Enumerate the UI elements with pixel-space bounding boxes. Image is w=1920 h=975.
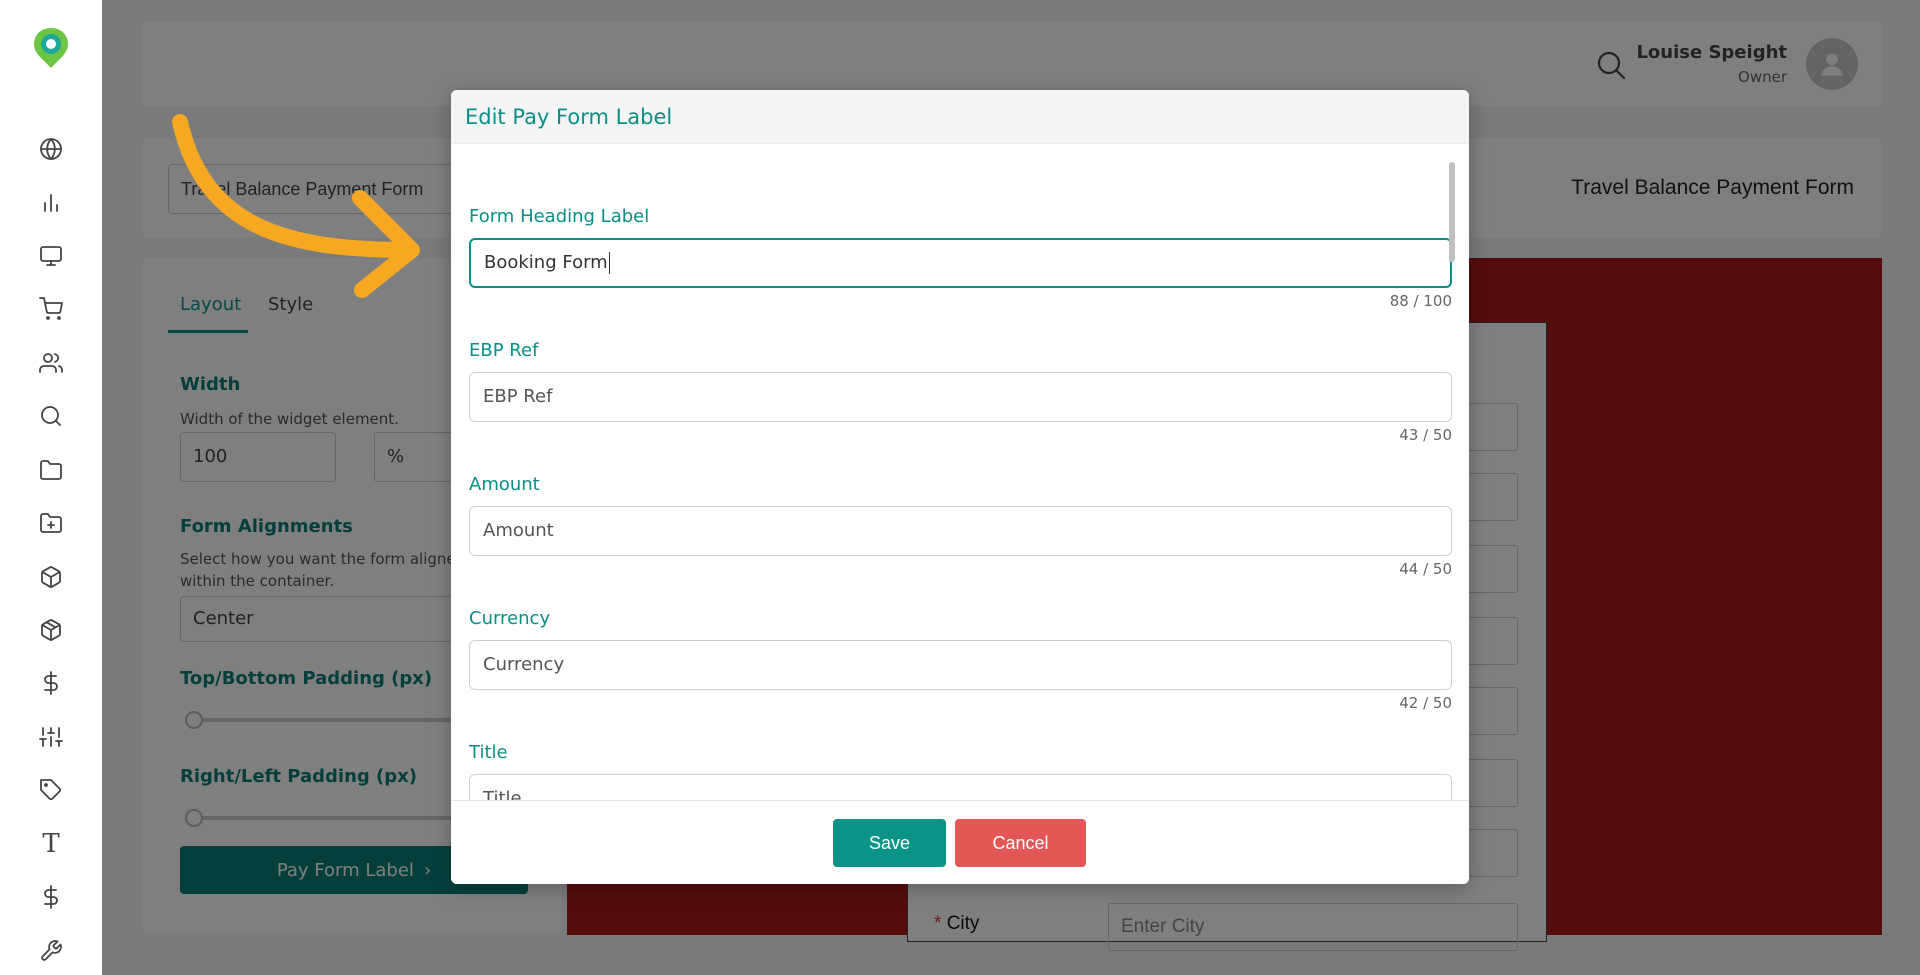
wrench-icon[interactable] <box>36 936 66 966</box>
ebp-ref-input[interactable]: EBP Ref <box>469 372 1452 422</box>
tag-icon[interactable] <box>36 775 66 805</box>
save-button[interactable]: Save <box>833 819 946 867</box>
package-icon[interactable] <box>36 615 66 645</box>
currency-label: Currency <box>469 608 551 629</box>
currency-input[interactable]: Currency <box>469 640 1452 690</box>
modal-scrollbar[interactable] <box>1449 162 1455 262</box>
text-caret <box>608 252 610 274</box>
box-icon[interactable] <box>36 562 66 592</box>
sliders-icon[interactable] <box>36 722 66 752</box>
amount-counter: 44 / 50 <box>1399 560 1452 578</box>
title-label: Title <box>469 742 508 763</box>
cart-icon[interactable] <box>36 294 66 324</box>
globe-icon[interactable] <box>36 134 66 164</box>
folder-icon[interactable] <box>36 455 66 485</box>
form-heading-label-input[interactable]: Booking Form <box>469 238 1452 288</box>
amount-input[interactable]: Amount <box>469 506 1452 556</box>
ebp-ref-label: EBP Ref <box>469 340 539 361</box>
modal-title: Edit Pay Form Label <box>465 105 673 129</box>
edit-pay-form-label-modal: Edit Pay Form Label Form Heading Label B… <box>451 90 1469 884</box>
form-heading-label-value: Booking Form <box>484 252 608 273</box>
ebp-ref-counter: 43 / 50 <box>1399 426 1452 444</box>
search-icon[interactable] <box>36 401 66 431</box>
users-icon[interactable] <box>36 348 66 378</box>
amount-label: Amount <box>469 474 540 495</box>
cancel-button[interactable]: Cancel <box>955 819 1086 867</box>
form-heading-label-counter: 88 / 100 <box>1389 292 1452 310</box>
dollar-icon[interactable] <box>36 882 66 912</box>
monitor-icon[interactable] <box>36 241 66 271</box>
title-input[interactable]: Title <box>469 774 1452 800</box>
modal-header: Edit Pay Form Label <box>451 90 1469 144</box>
currency-counter: 42 / 50 <box>1399 694 1452 712</box>
text-icon[interactable]: T <box>36 829 66 859</box>
form-heading-label-label: Form Heading Label <box>469 206 650 227</box>
sidebar: T <box>0 0 102 975</box>
modal-body[interactable]: Form Heading Label Booking Form 88 / 100… <box>451 162 1469 800</box>
dollar-icon[interactable] <box>36 668 66 698</box>
annotation-arrow-icon <box>172 114 420 298</box>
app-logo-icon[interactable] <box>32 26 70 70</box>
folder-plus-icon[interactable] <box>36 508 66 538</box>
bar-chart-icon[interactable] <box>36 188 66 218</box>
modal-footer: Save Cancel <box>451 800 1469 884</box>
